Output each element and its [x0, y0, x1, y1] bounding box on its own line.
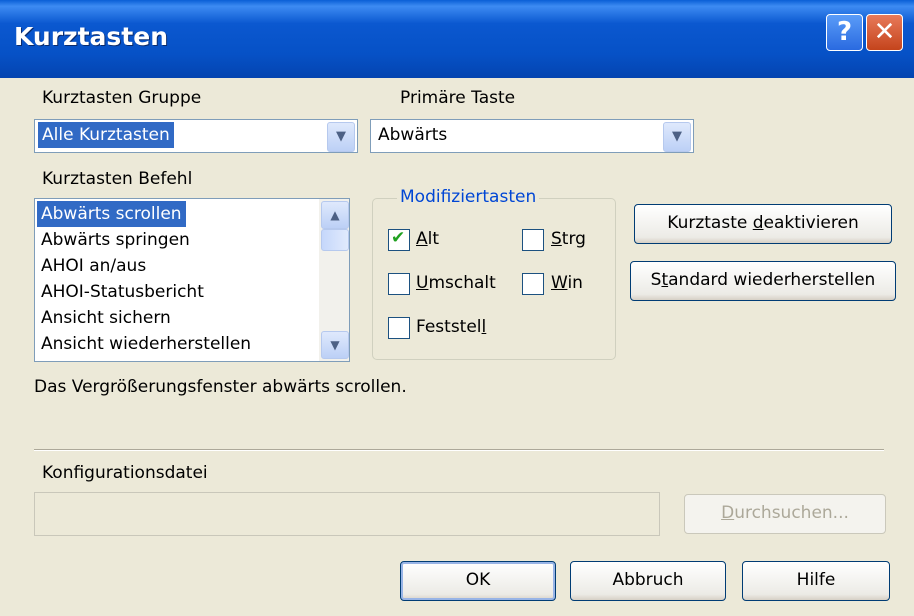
command-list[interactable]: Abwärts scrollen Abwärts springen AHOI a… — [34, 198, 350, 362]
list-item[interactable]: Ansicht sichern — [37, 305, 175, 331]
command-label: Kurztasten Befehl — [42, 169, 193, 189]
close-button[interactable]: ✕ — [866, 14, 903, 51]
group-label: Kurztasten Gruppe — [42, 88, 202, 108]
cancel-button[interactable]: Abbruch — [570, 561, 726, 601]
list-item[interactable]: Abwärts scrollen — [37, 201, 186, 227]
umschalt-label[interactable]: Umschalt — [416, 273, 496, 293]
feststell-label[interactable]: Feststell — [416, 317, 486, 337]
deactivate-shortcut-button[interactable]: Kurztaste deaktivieren — [634, 204, 892, 244]
list-item[interactable]: Abwärts springen — [37, 227, 194, 253]
primary-key-label: Primäre Taste — [400, 88, 516, 108]
config-file-label: Konfigurationsdatei — [42, 463, 208, 483]
list-item[interactable]: AHOI-Statusbericht — [37, 279, 208, 305]
help-button[interactable]: Hilfe — [742, 561, 890, 601]
window-title: Kurztasten — [14, 22, 169, 51]
list-item[interactable]: Ansicht wiederherstellen — [37, 331, 255, 357]
primary-key-value: Abwärts — [378, 125, 448, 145]
scrollbar-thumb[interactable] — [321, 229, 349, 251]
chevron-down-icon[interactable]: ▼ — [663, 122, 691, 152]
restore-default-button[interactable]: Standard wiederherstellen — [630, 261, 896, 301]
win-label[interactable]: Win — [551, 273, 583, 293]
alt-label[interactable]: Alt — [416, 229, 439, 249]
list-item[interactable]: AHOI an/aus — [37, 253, 150, 279]
group-select-value: Alle Kurztasten — [38, 122, 174, 148]
config-file-field — [34, 492, 660, 536]
feststell-checkbox[interactable] — [388, 317, 410, 339]
group-select[interactable]: Alle Kurztasten ▼ — [34, 119, 358, 153]
separator — [34, 449, 884, 451]
title-bar[interactable]: Kurztasten ? ✕ — [0, 0, 914, 78]
browse-button: Durchsuchen... — [684, 494, 886, 534]
win-checkbox[interactable] — [522, 273, 544, 295]
command-list-scrollbar[interactable]: ▲ ▼ — [319, 199, 349, 361]
help-title-button[interactable]: ? — [826, 14, 863, 51]
command-description: Das Vergrößerungsfenster abwärts scrolle… — [34, 377, 407, 397]
arrow-up-icon[interactable]: ▲ — [321, 201, 349, 229]
shortcut-dialog: Kurztasten ? ✕ Kurztasten Gruppe Alle Ku… — [0, 0, 914, 616]
ok-button[interactable]: OK — [400, 561, 556, 601]
arrow-down-icon[interactable]: ▼ — [321, 331, 349, 359]
modifier-group-legend: Modifiziertasten — [397, 187, 540, 207]
alt-checkbox[interactable] — [388, 228, 410, 251]
umschalt-checkbox[interactable] — [388, 273, 410, 295]
strg-label[interactable]: Strg — [551, 229, 586, 249]
chevron-down-icon[interactable]: ▼ — [327, 122, 355, 152]
strg-checkbox[interactable] — [522, 229, 544, 251]
primary-key-select[interactable]: Abwärts ▼ — [370, 119, 694, 153]
